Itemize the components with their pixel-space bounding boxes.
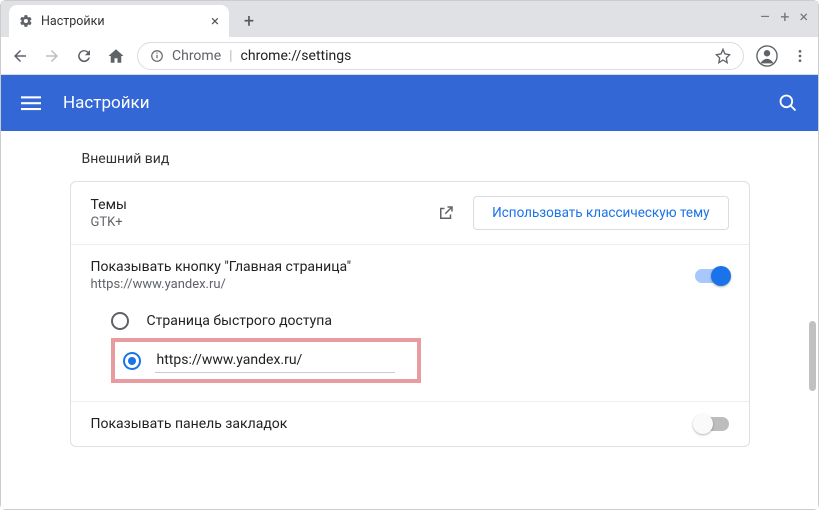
url-path: chrome://settings — [241, 48, 352, 64]
radio-selected-icon[interactable] — [123, 352, 141, 370]
tab-strip: Настройки × + – + × — [1, 1, 818, 37]
home-button-options: Страница быстрого доступа — [71, 298, 749, 402]
themes-row: Темы GTK+ Использовать классическую тему — [71, 182, 749, 245]
settings-content: Внешний вид Темы GTK+ Использовать класс… — [1, 131, 818, 509]
appearance-section: Внешний вид Темы GTK+ Использовать класс… — [70, 151, 750, 447]
close-tab-icon[interactable]: × — [211, 14, 219, 29]
toolbar: Chrome | chrome://settings — [1, 37, 818, 75]
settings-header: Настройки — [1, 75, 818, 131]
close-window-icon[interactable]: × — [799, 7, 808, 26]
bookmark-star-icon[interactable] — [715, 48, 731, 64]
home-button-title: Показывать кнопку "Главная страница" — [91, 259, 695, 275]
browser-right-controls — [756, 45, 808, 67]
hamburger-icon[interactable] — [21, 93, 41, 113]
themes-title: Темы — [91, 197, 438, 213]
gear-icon — [19, 14, 33, 28]
home-button-toggle[interactable] — [695, 269, 729, 283]
custom-url-input[interactable] — [155, 348, 395, 373]
url-scheme: Chrome — [172, 48, 221, 64]
minimize-icon[interactable]: – — [760, 7, 771, 26]
appearance-card: Темы GTK+ Использовать классическую тему… — [70, 181, 750, 447]
site-info-icon[interactable] — [150, 49, 164, 63]
option-ntp-label: Страница быстрого доступа — [147, 313, 332, 329]
radio-unselected-icon[interactable] — [111, 312, 129, 330]
home-button-row: Показывать кнопку "Главная страница" htt… — [71, 245, 749, 298]
highlighted-custom-url — [111, 338, 421, 383]
external-link-icon[interactable] — [437, 204, 455, 222]
option-ntp-row[interactable]: Страница быстрого доступа — [111, 304, 749, 338]
menu-dots-icon[interactable] — [792, 48, 808, 64]
home-icon[interactable] — [107, 47, 125, 65]
window-controls: – + × — [760, 7, 808, 26]
scrollbar-thumb[interactable] — [809, 321, 816, 391]
avatar-icon[interactable] — [756, 45, 778, 67]
browser-tab[interactable]: Настройки × — [9, 5, 229, 37]
forward-icon[interactable] — [43, 47, 61, 65]
reload-icon[interactable] — [75, 47, 93, 65]
url-divider: | — [229, 48, 232, 64]
search-icon[interactable] — [778, 93, 798, 113]
use-classic-theme-button[interactable]: Использовать классическую тему — [473, 196, 728, 230]
back-icon[interactable] — [11, 47, 29, 65]
maximize-icon[interactable]: + — [780, 7, 789, 26]
home-button-subtitle: https://www.yandex.ru/ — [91, 277, 695, 292]
bookmarks-bar-toggle[interactable] — [695, 417, 729, 431]
section-title: Внешний вид — [82, 151, 750, 167]
tab-title: Настройки — [41, 14, 105, 29]
bookmarks-bar-row: Показывать панель закладок — [71, 402, 749, 446]
bookmarks-bar-title: Показывать панель закладок — [91, 416, 695, 432]
settings-title: Настройки — [63, 93, 150, 113]
themes-subtitle: GTK+ — [91, 215, 438, 230]
nav-controls — [11, 47, 125, 65]
new-tab-button[interactable]: + — [235, 7, 263, 35]
omnibox[interactable]: Chrome | chrome://settings — [137, 42, 744, 70]
